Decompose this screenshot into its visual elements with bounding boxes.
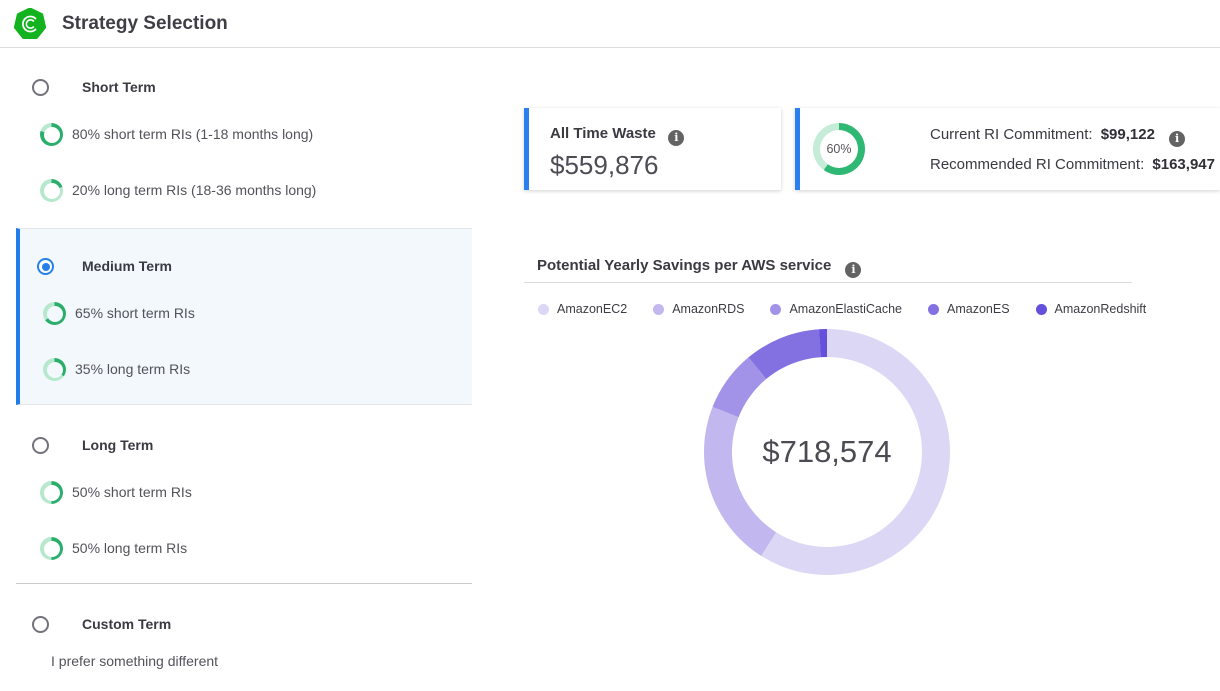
subitem-label: 50% short term RIs	[72, 483, 192, 501]
legend-dot	[538, 304, 549, 315]
group-label-medium-term[interactable]: Medium Term	[82, 258, 172, 275]
donut-short-term-20	[40, 179, 63, 202]
custom-term-description: I prefer something different	[51, 652, 218, 670]
chart-title-divider	[524, 282, 1132, 283]
app-header: Strategy Selection	[0, 0, 1220, 48]
info-icon[interactable]	[668, 130, 684, 146]
donut-hole: $718,574	[732, 357, 922, 547]
donut-medium-term-65	[43, 302, 66, 325]
chart-legend: AmazonEC2 AmazonRDS AmazonElastiCache Am…	[538, 302, 1146, 316]
legend-dot	[928, 304, 939, 315]
commitment-gauge: 60%	[813, 123, 865, 175]
subitem-label: 65% short term RIs	[75, 304, 195, 322]
chart-title: Potential Yearly Savings per AWS service	[537, 257, 861, 278]
current-ri-label: Current RI Commitment:	[930, 126, 1093, 143]
legend-item-amazonec2[interactable]: AmazonEC2	[538, 302, 627, 316]
donut-short-term-80	[40, 123, 63, 146]
donut-long-term-50b	[40, 537, 63, 560]
recommended-ri-label: Recommended RI Commitment:	[930, 156, 1144, 173]
subitem-label: 80% short term RIs (1-18 months long)	[72, 125, 313, 143]
legend-item-amazones[interactable]: AmazonES	[928, 302, 1010, 316]
radio-custom-term[interactable]	[32, 616, 49, 633]
legend-dot	[653, 304, 664, 315]
cloudcheckr-logo-icon	[14, 8, 46, 40]
ri-commitment-card: 60% Current RI Commitment: $99,122 Recom…	[795, 108, 1220, 190]
legend-dot	[1036, 304, 1047, 315]
legend-item-amazonrds[interactable]: AmazonRDS	[653, 302, 744, 316]
info-icon[interactable]	[1169, 131, 1185, 147]
legend-item-amazonelasticache[interactable]: AmazonElastiCache	[770, 302, 902, 316]
donut-medium-term-35	[43, 358, 66, 381]
radio-long-term[interactable]	[32, 437, 49, 454]
info-icon[interactable]	[845, 262, 861, 278]
section-divider	[16, 583, 472, 584]
subitem-label: 50% long term RIs	[72, 539, 187, 557]
gauge-percent-label: 60%	[820, 130, 858, 168]
subitem-label: 35% long term RIs	[75, 360, 190, 378]
group-label-long-term[interactable]: Long Term	[82, 437, 153, 454]
recommended-ri-value: $163,947	[1152, 156, 1215, 173]
page-title: Strategy Selection	[62, 13, 228, 35]
legend-item-amazonredshift[interactable]: AmazonRedshift	[1036, 302, 1147, 316]
group-label-short-term[interactable]: Short Term	[82, 79, 156, 96]
all-time-waste-card: All Time Waste $559,876	[524, 108, 781, 190]
legend-dot	[770, 304, 781, 315]
radio-short-term[interactable]	[32, 79, 49, 96]
savings-donut-chart[interactable]: $718,574	[704, 329, 950, 575]
waste-card-label: All Time Waste	[550, 125, 656, 142]
donut-long-term-50a	[40, 481, 63, 504]
subitem-label: 20% long term RIs (18-36 months long)	[72, 181, 316, 199]
donut-center-value: $718,574	[762, 434, 891, 470]
group-label-custom-term[interactable]: Custom Term	[82, 616, 171, 633]
radio-medium-term[interactable]	[37, 258, 54, 275]
waste-card-value: $559,876	[550, 150, 658, 181]
current-ri-value: $99,122	[1101, 126, 1155, 143]
